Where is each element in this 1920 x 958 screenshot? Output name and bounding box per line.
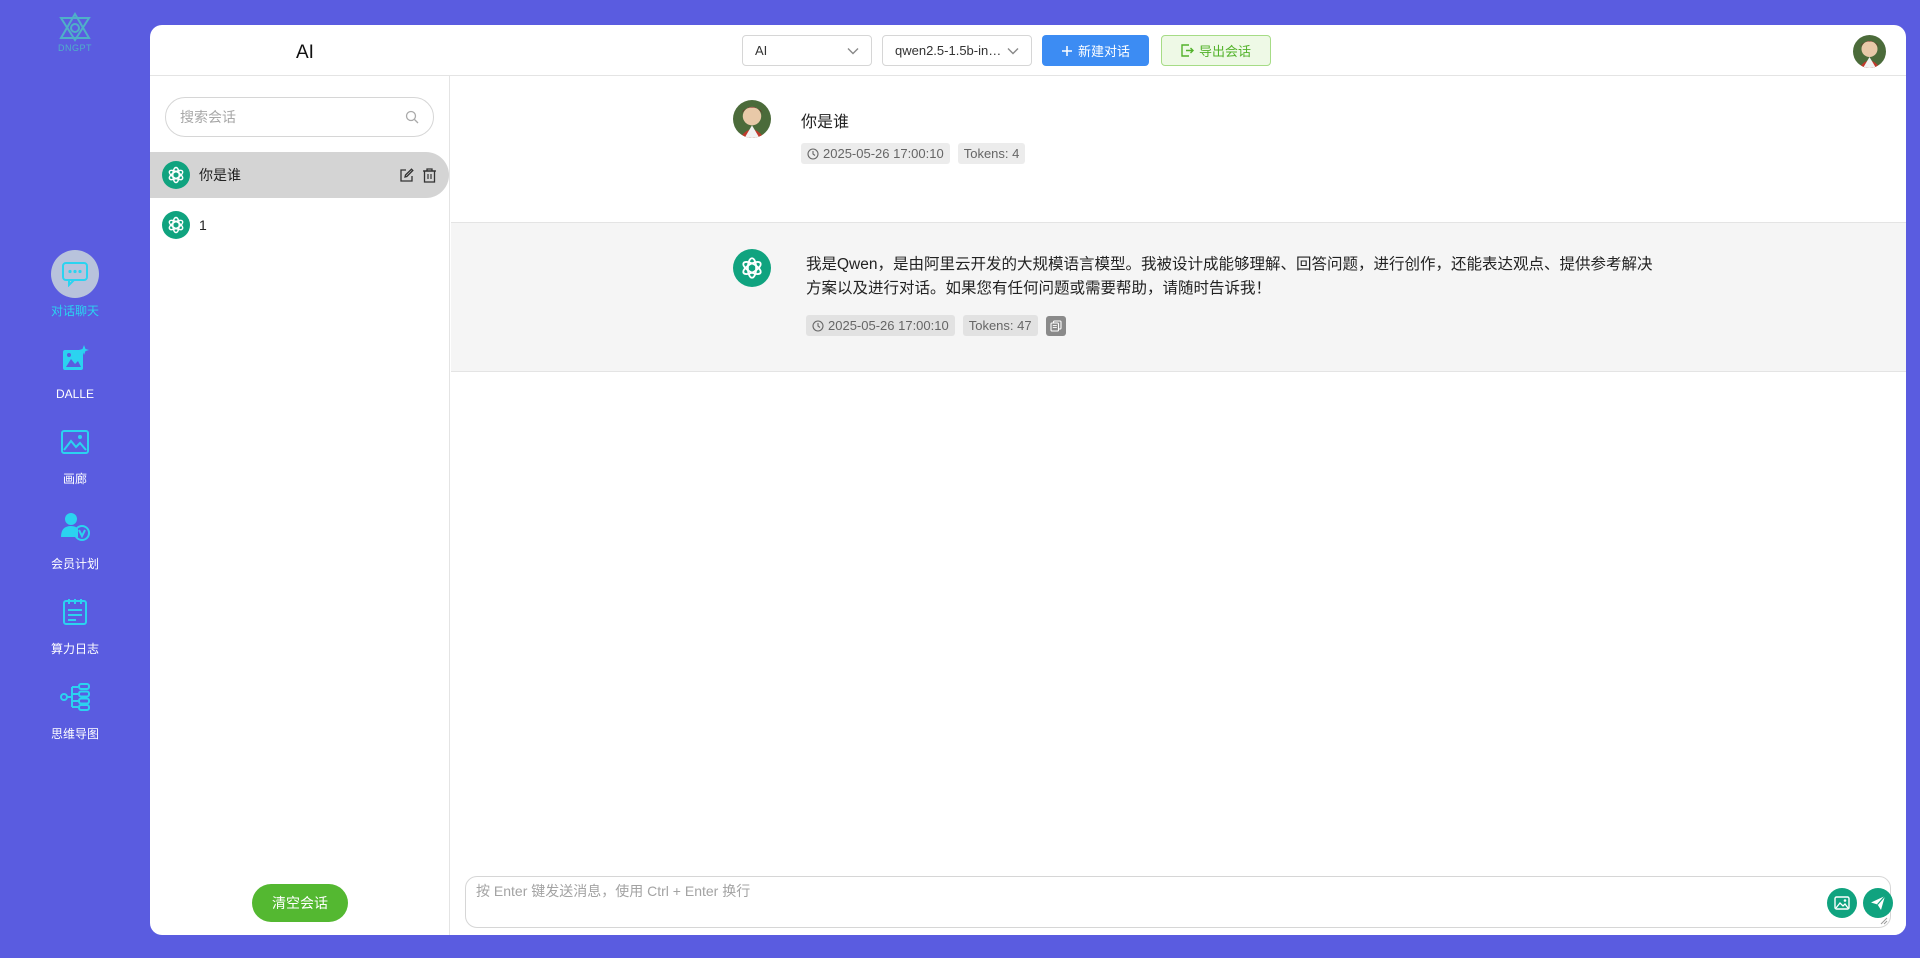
image-icon xyxy=(1834,896,1850,910)
member-icon xyxy=(51,503,99,551)
openai-icon xyxy=(162,161,190,189)
rail-item-log[interactable]: 算力日志 xyxy=(25,588,125,657)
main-panel: AI AI qwen2.5-1.5b-instruct 新建对话 导出会话 xyxy=(150,25,1906,935)
rail-item-mindmap[interactable]: 思维导图 xyxy=(25,673,125,742)
chevron-down-icon xyxy=(1007,47,1019,54)
nav-rail: DNGPT 对话聊天 DALLE 画廊 会员计划 算力日志 思维导图 xyxy=(0,0,150,958)
conversation-sidebar: 你是谁 1 清空会话 xyxy=(150,76,450,935)
conversation-item[interactable]: 1 xyxy=(150,202,449,248)
search-box xyxy=(165,97,434,137)
send-icon xyxy=(1871,895,1886,910)
delete-icon[interactable] xyxy=(422,167,437,183)
conversation-item[interactable]: 你是谁 xyxy=(150,152,449,198)
rail-label: 画廊 xyxy=(62,472,87,486)
header-bar: AI AI qwen2.5-1.5b-instruct 新建对话 导出会话 xyxy=(150,25,1906,76)
composer-box xyxy=(465,876,1893,928)
upload-image-button[interactable] xyxy=(1827,888,1857,918)
timestamp-badge: 2025-05-26 17:00:10 xyxy=(801,143,950,164)
message-meta: 2025-05-26 17:00:10 Tokens: 4 xyxy=(801,143,1026,164)
gallery-icon xyxy=(51,418,99,466)
copy-icon[interactable] xyxy=(1045,315,1066,336)
rail-label: 会员计划 xyxy=(50,557,99,571)
log-icon xyxy=(51,588,99,636)
tokens-badge: Tokens: 4 xyxy=(957,143,1026,164)
clear-conversations-button[interactable]: 清空会话 xyxy=(252,884,348,922)
chevron-down-icon xyxy=(847,47,859,54)
openai-icon xyxy=(162,211,190,239)
export-label: 导出会话 xyxy=(1198,44,1251,59)
search-input[interactable] xyxy=(180,109,405,125)
role-select[interactable]: AI xyxy=(742,35,872,66)
timestamp-text: 2025-05-26 17:00:10 xyxy=(823,146,944,161)
clock-icon xyxy=(807,147,819,160)
tokens-badge: Tokens: 47 xyxy=(962,315,1038,336)
message-meta: 2025-05-26 17:00:10 Tokens: 47 xyxy=(806,315,1066,336)
model-select[interactable]: qwen2.5-1.5b-instruct xyxy=(882,35,1032,66)
search-icon[interactable] xyxy=(405,110,419,124)
role-select-value: AI xyxy=(755,43,768,58)
message-text: 你是谁 xyxy=(801,114,850,131)
rail-label: DALLE xyxy=(55,387,95,401)
resize-handle-icon[interactable] xyxy=(1880,917,1888,925)
conversation-title: 你是谁 xyxy=(199,167,241,183)
rail-label: 算力日志 xyxy=(50,642,99,656)
export-icon xyxy=(1181,44,1194,57)
logo-text: DNGPT xyxy=(58,43,92,53)
conversation-title: 1 xyxy=(199,217,207,233)
rail-label: 思维导图 xyxy=(50,727,99,741)
conversation-actions xyxy=(399,167,437,183)
ai-message: 我是Qwen，是由阿里云开发的大规模语言模型。我被设计成能够理解、回答问题，进行… xyxy=(451,222,1906,372)
model-select-value: qwen2.5-1.5b-instruct xyxy=(895,43,1003,58)
send-button[interactable] xyxy=(1863,888,1893,918)
edit-icon[interactable] xyxy=(399,167,414,183)
page-title: AI xyxy=(296,42,314,63)
export-button[interactable]: 导出会话 xyxy=(1161,35,1271,66)
message-text: 我是Qwen，是由阿里云开发的大规模语言模型。我被设计成能够理解、回答问题，进行… xyxy=(806,256,1653,297)
app-logo[interactable]: DNGPT xyxy=(55,12,95,53)
image-sparkle-icon xyxy=(51,335,99,383)
composer xyxy=(451,876,1906,935)
rail-item-dalle[interactable]: DALLE xyxy=(25,335,125,401)
rail-label: 对话聊天 xyxy=(50,304,99,318)
rail-item-membership[interactable]: 会员计划 xyxy=(25,503,125,572)
timestamp-badge: 2025-05-26 17:00:10 xyxy=(806,315,955,336)
rail-item-gallery[interactable]: 画廊 xyxy=(25,418,125,487)
plus-icon xyxy=(1061,45,1072,56)
user-avatar[interactable] xyxy=(1853,35,1886,68)
openai-icon xyxy=(733,249,771,287)
user-avatar xyxy=(733,100,771,138)
new-chat-button[interactable]: 新建对话 xyxy=(1042,35,1149,66)
mindmap-icon xyxy=(51,673,99,721)
chat-area: 你是谁 2025-05-26 17:00:10 Tokens: 4 我是Qwen… xyxy=(451,76,1906,876)
message-input[interactable] xyxy=(476,881,1796,921)
logo-icon xyxy=(59,12,91,42)
timestamp-text: 2025-05-26 17:00:10 xyxy=(828,318,949,333)
chat-icon xyxy=(51,250,99,298)
new-chat-label: 新建对话 xyxy=(1077,44,1130,59)
rail-item-chat[interactable]: 对话聊天 xyxy=(25,250,125,319)
clock-icon xyxy=(812,319,824,332)
user-message: 你是谁 2025-05-26 17:00:10 Tokens: 4 xyxy=(451,76,1906,222)
